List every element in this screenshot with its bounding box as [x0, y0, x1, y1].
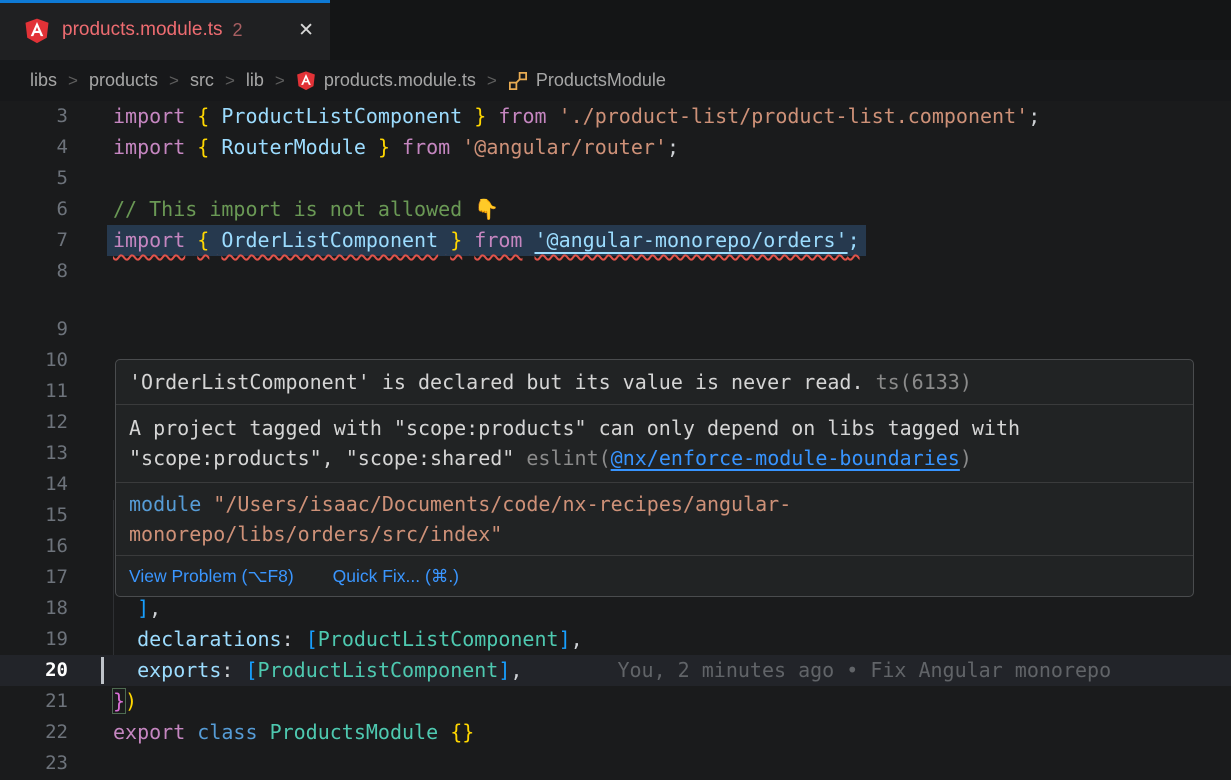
- line-number[interactable]: 23: [0, 748, 68, 779]
- view-problem-action[interactable]: View Problem (⌥F8): [129, 566, 294, 586]
- close-icon[interactable]: ✕: [298, 19, 314, 42]
- code-content[interactable]: [113, 314, 1231, 345]
- breadcrumb-src[interactable]: src: [190, 70, 214, 91]
- line-number[interactable]: 22: [0, 717, 68, 748]
- ts-diagnostic-source: ts(6133): [876, 370, 972, 394]
- eslint-diagnostic-message: A project tagged with "scope:products" c…: [116, 405, 1193, 483]
- code-editor[interactable]: 3 import { ProductListComponent } from '.…: [0, 101, 1231, 780]
- text-cursor: [101, 657, 104, 684]
- indent-guide: [113, 562, 114, 593]
- code-line-5[interactable]: 5: [0, 163, 1231, 194]
- code-line-23[interactable]: 23: [0, 748, 1231, 779]
- code-line-21[interactable]: 21}): [0, 686, 1231, 717]
- code-content[interactable]: exports: [ProductListComponent],You, 2 m…: [113, 655, 1231, 686]
- breadcrumb-symbol-label: ProductsModule: [536, 70, 666, 91]
- chevron-right-icon: >: [169, 71, 179, 91]
- chevron-right-icon: >: [487, 71, 497, 91]
- line-number[interactable]: 8: [0, 256, 68, 287]
- code-content[interactable]: }): [113, 686, 1231, 717]
- eslint-message-line1: A project tagged with "scope:products" c…: [129, 413, 1180, 443]
- line-number[interactable]: 19: [0, 624, 68, 655]
- code-line-19[interactable]: 19 declarations: [ProductListComponent],: [0, 624, 1231, 655]
- line-number[interactable]: 6: [0, 194, 68, 225]
- code-line-8[interactable]: 8: [0, 256, 1231, 287]
- chevron-right-icon: >: [225, 71, 235, 91]
- code-line-9[interactable]: 9: [0, 314, 1231, 345]
- class-symbol-icon: [508, 71, 528, 91]
- code-content[interactable]: [113, 748, 1231, 779]
- breadcrumb: libs > products > src > lib > products.m…: [0, 60, 1231, 101]
- line-number[interactable]: 17: [0, 562, 68, 593]
- eslint-diagnostic-source: eslint(@nx/enforce-module-boundaries): [526, 446, 972, 470]
- line-number[interactable]: 16: [0, 531, 68, 562]
- line-number[interactable]: 15: [0, 500, 68, 531]
- module-path: "/Users/isaac/Documents/code/nx-recipes/…: [129, 492, 791, 546]
- chevron-right-icon: >: [68, 71, 78, 91]
- code-content[interactable]: // This import is not allowed 👇: [113, 194, 1231, 225]
- indent-guide: [113, 593, 114, 624]
- code-content[interactable]: [113, 163, 1231, 194]
- ts-diagnostic-message: 'OrderListComponent' is declared but its…: [116, 360, 1193, 405]
- active-tab-accent: [0, 0, 330, 3]
- code-line-4[interactable]: 4 import { RouterModule } from '@angular/…: [0, 132, 1231, 163]
- line-number[interactable]: 11: [0, 376, 68, 407]
- hover-action-bar: View Problem (⌥F8) Quick Fix... (⌘.): [116, 556, 1193, 596]
- code-content[interactable]: [113, 256, 1231, 287]
- code-line-3[interactable]: 3 import { ProductListComponent } from '.…: [0, 101, 1231, 132]
- module-path-block: module "/Users/isaac/Documents/code/nx-r…: [116, 483, 1193, 556]
- indent-guide: [113, 531, 114, 562]
- breadcrumb-file[interactable]: products.module.ts: [296, 70, 476, 91]
- ts-message-text: 'OrderListComponent' is declared but its…: [129, 370, 864, 394]
- line-number[interactable]: 9: [0, 314, 68, 345]
- line-number[interactable]: 12: [0, 407, 68, 438]
- code-content[interactable]: export class ProductsModule {}: [113, 717, 1231, 748]
- diagnostic-hover-popup: 'OrderListComponent' is declared but its…: [115, 359, 1194, 597]
- breadcrumb-symbol[interactable]: ProductsModule: [508, 70, 666, 91]
- eslint-rule-link[interactable]: @nx/enforce-module-boundaries: [611, 446, 960, 470]
- code-content[interactable]: ],: [113, 593, 1231, 624]
- tab-title: products.module.ts: [62, 19, 223, 41]
- line-number[interactable]: 20: [0, 655, 68, 686]
- line-number[interactable]: 18: [0, 593, 68, 624]
- line-number[interactable]: 5: [0, 163, 68, 194]
- code-line-18[interactable]: 18 ],: [0, 593, 1231, 624]
- breadcrumb-products[interactable]: products: [89, 70, 158, 91]
- angular-icon: [296, 70, 316, 91]
- tab-bar: products.module.ts 2 ✕: [0, 0, 1231, 60]
- module-keyword: module: [129, 492, 201, 516]
- line-number[interactable]: 21: [0, 686, 68, 717]
- line-number[interactable]: 3: [0, 101, 68, 132]
- chevron-right-icon: >: [275, 71, 285, 91]
- indent-guide: [113, 624, 114, 655]
- editor-gap: [0, 287, 1231, 314]
- code-line-22[interactable]: 22 export class ProductsModule {}: [0, 717, 1231, 748]
- code-content[interactable]: import { RouterModule } from '@angular/r…: [113, 132, 1231, 163]
- breadcrumb-file-label: products.module.ts: [324, 70, 476, 91]
- line-number[interactable]: 13: [0, 438, 68, 469]
- breadcrumb-libs[interactable]: libs: [30, 70, 57, 91]
- code-content[interactable]: import { ProductListComponent } from './…: [113, 101, 1231, 132]
- tab-error-count-badge: 2: [233, 20, 243, 41]
- line-number[interactable]: 7: [0, 225, 68, 256]
- git-blame-annotation: You, 2 minutes ago • Fix Angular monorep…: [617, 658, 1111, 682]
- quick-fix-action[interactable]: Quick Fix... (⌘.): [333, 566, 459, 586]
- line-number[interactable]: 14: [0, 469, 68, 500]
- code-content[interactable]: import { OrderListComponent } from '@ang…: [113, 225, 1231, 256]
- eslint-message-line2: "scope:products", "scope:shared" eslint(…: [129, 443, 1180, 473]
- indent-guide: [113, 500, 114, 531]
- line-number[interactable]: 4: [0, 132, 68, 163]
- code-content[interactable]: declarations: [ProductListComponent],: [113, 624, 1231, 655]
- code-line-7[interactable]: 7 import { OrderListComponent } from '@an…: [0, 225, 1231, 256]
- code-line-20[interactable]: 20 exports: [ProductListComponent],You, …: [0, 655, 1231, 686]
- breadcrumb-lib[interactable]: lib: [246, 70, 264, 91]
- angular-icon: [24, 17, 50, 44]
- tab-products-module[interactable]: products.module.ts 2 ✕: [0, 0, 330, 60]
- line-number[interactable]: 10: [0, 345, 68, 376]
- code-line-6[interactable]: 6 // This import is not allowed 👇: [0, 194, 1231, 225]
